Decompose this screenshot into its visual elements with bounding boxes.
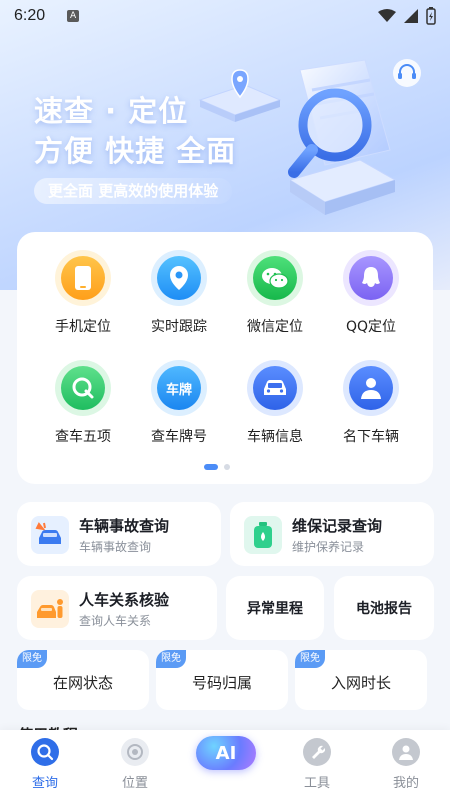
grid-item-label: 查车五项 (55, 429, 111, 445)
grid-item-label: 车辆信息 (247, 429, 303, 445)
tab-label: 工具 (303, 776, 330, 791)
grid-item-label: 微信定位 (247, 319, 303, 335)
signal-icon (404, 9, 418, 23)
tab-query[interactable]: 查询 (10, 738, 80, 791)
grid-item-label: 实时跟踪 (151, 319, 207, 335)
car-accident-icon (35, 522, 61, 544)
abnormal-mileage-card[interactable]: 异常里程 (226, 576, 324, 640)
relation-verify-card[interactable]: 人车关系核验 查询人车关系 (17, 576, 217, 640)
tab-mine[interactable]: 我的 (371, 738, 441, 791)
q-search-icon (72, 377, 94, 399)
free-tag: 限免 (295, 650, 325, 668)
card-subtitle: 查询人车关系 (79, 614, 152, 628)
status-right (378, 7, 436, 25)
grid-item-qq-locate[interactable]: QQ定位 (321, 250, 421, 336)
wifi-icon (378, 9, 396, 22)
network-duration-card[interactable]: 限免 入网时长 (295, 650, 427, 710)
free-tag: 限免 (17, 650, 47, 668)
free-card-label: 在网状态 (52, 674, 113, 692)
battery-icon (426, 7, 436, 25)
phone-icon (75, 266, 91, 290)
grid-item-vehicle-info[interactable]: 车辆信息 (225, 360, 325, 446)
tab-label: 查询 (31, 776, 58, 791)
free-tag: 限免 (156, 650, 186, 668)
search-icon (37, 744, 54, 761)
status-time: 6:20 (14, 7, 46, 24)
pager-dot (224, 464, 230, 470)
oil-bottle-icon (254, 522, 272, 548)
feature-grid: 手机定位 实时跟踪 微信定位 QQ定位 查车五项 车牌 查车牌号 车辆信息 名下… (17, 232, 433, 484)
grid-item-label: 手机定位 (55, 319, 111, 335)
grid-item-realtime-track[interactable]: 实时跟踪 (129, 250, 229, 336)
card-subtitle: 维护保养记录 (292, 540, 365, 554)
qq-icon (362, 267, 380, 287)
grid-item-phone-locate[interactable]: 手机定位 (33, 250, 133, 336)
grid-item-car-five-check[interactable]: 查车五项 (33, 360, 133, 446)
card-title: 异常里程 (247, 601, 303, 617)
location-pin-icon (170, 266, 188, 290)
hero-title-line1: 速查 · 定位 (34, 94, 189, 128)
grid-item-owned-vehicles[interactable]: 名下车辆 (321, 360, 421, 446)
headset-icon[interactable] (392, 58, 422, 88)
tab-ai[interactable]: AI (196, 736, 256, 770)
accident-query-card[interactable]: 车辆事故查询 车辆事故查询 (17, 502, 221, 566)
pager-dots (204, 464, 230, 470)
grid-item-label: QQ定位 (345, 319, 397, 335)
card-title: 人车关系核验 (79, 591, 170, 609)
maintenance-query-card[interactable]: 维保记录查询 维护保养记录 (230, 502, 434, 566)
battery-report-card[interactable]: 电池报告 (334, 576, 434, 640)
car-icon (264, 380, 286, 395)
grid-item-label: 查车牌号 (151, 429, 207, 445)
magnifier-illustration (198, 59, 397, 215)
wechat-icon (262, 268, 289, 289)
grid-item-label: 名下车辆 (343, 429, 399, 445)
person-icon (361, 378, 381, 399)
status-bar: 6:20 A (0, 0, 450, 32)
grid-item-wechat-locate[interactable]: 微信定位 (225, 250, 325, 336)
free-card-label: 号码归属 (191, 674, 252, 692)
tab-tools[interactable]: 工具 (282, 738, 352, 791)
free-card-label: 入网时长 (330, 674, 391, 692)
license-plate-icon: 车牌 (157, 366, 201, 410)
network-status-card[interactable]: 限免 在网状态 (17, 650, 149, 710)
person-car-icon (37, 599, 63, 618)
number-region-card[interactable]: 限免 号码归属 (156, 650, 288, 710)
bottom-tab-bar: 查询 位置 AI 工具 我的 (0, 730, 450, 800)
notification-badge: A (67, 10, 80, 22)
card-title: 电池报告 (356, 601, 412, 617)
card-subtitle: 车辆事故查询 (79, 540, 152, 554)
tab-label: 位置 (121, 776, 148, 791)
card-title: 维保记录查询 (292, 517, 383, 535)
grid-item-plate-query[interactable]: 车牌 查车牌号 (129, 360, 229, 446)
pager-dot-active (204, 464, 218, 470)
tab-label: 我的 (392, 776, 419, 791)
wrench-icon (312, 745, 325, 759)
target-icon (127, 744, 143, 760)
card-title: 车辆事故查询 (79, 517, 170, 535)
user-icon (399, 745, 413, 760)
tab-location[interactable]: 位置 (100, 738, 170, 791)
